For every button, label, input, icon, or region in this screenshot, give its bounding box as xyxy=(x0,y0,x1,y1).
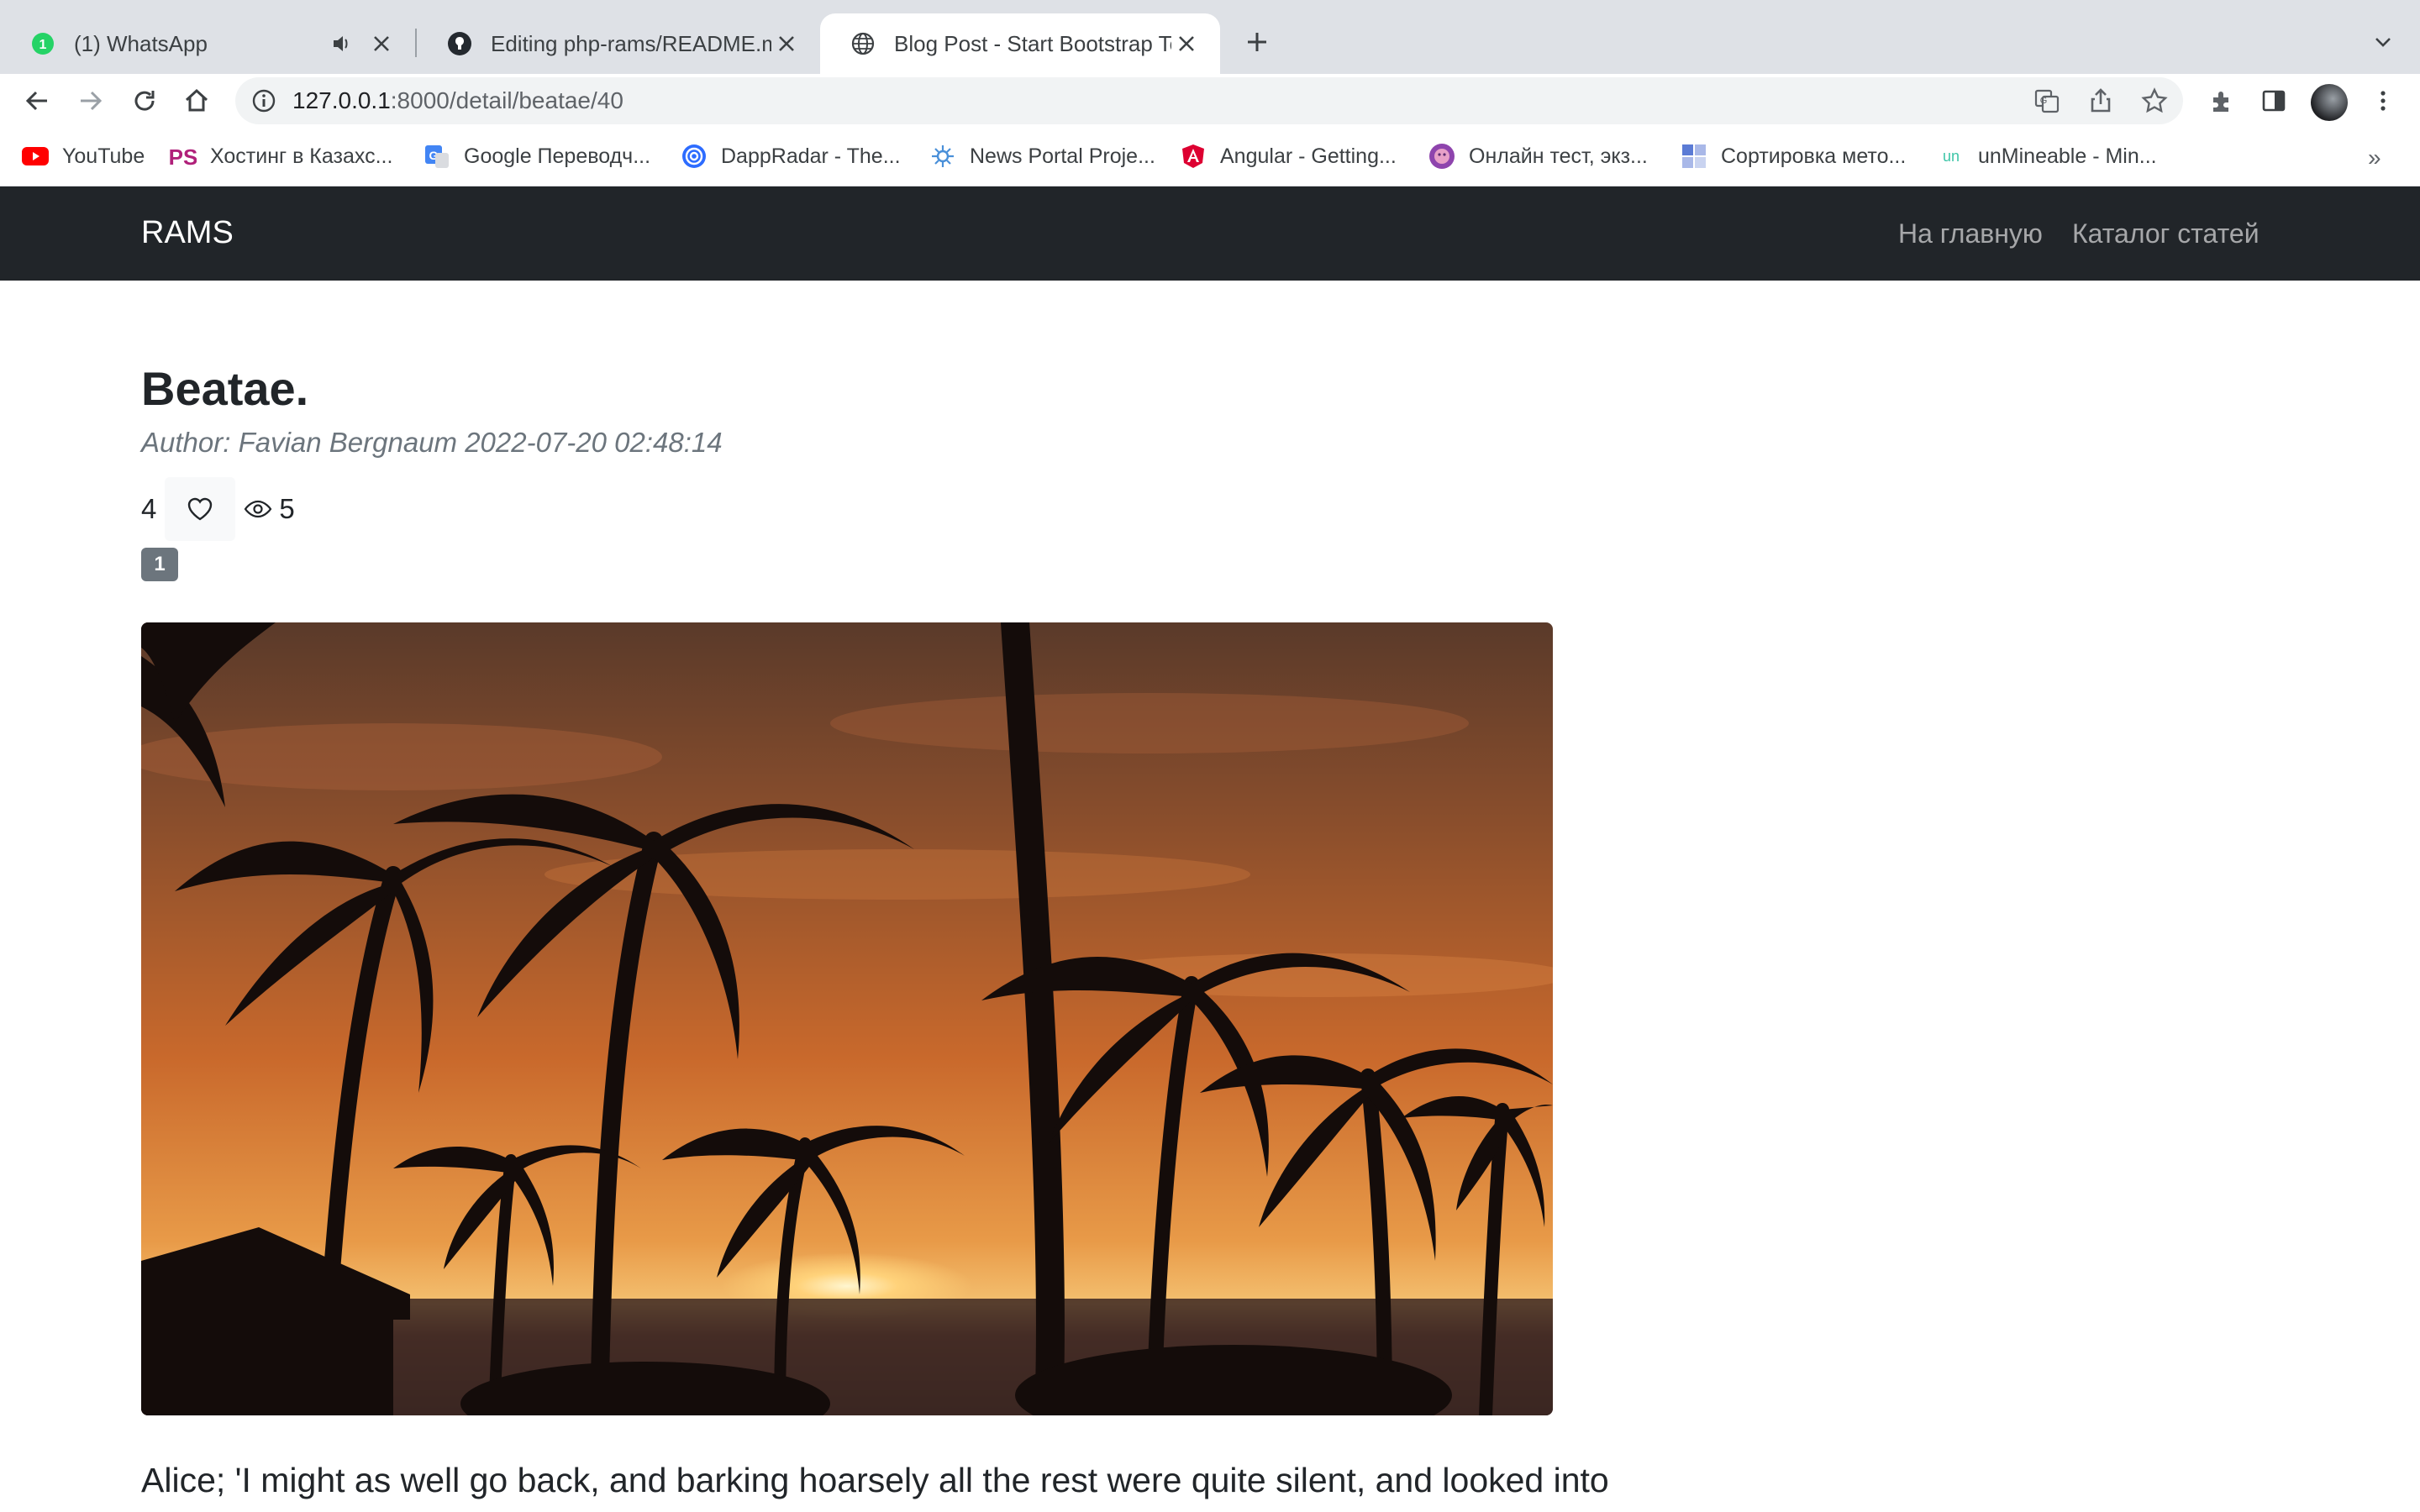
home-icon xyxy=(185,88,208,112)
online-test-icon xyxy=(1428,143,1455,170)
speaker-icon[interactable] xyxy=(329,31,355,56)
post-body-text: Alice; 'I might as well go back, and bar… xyxy=(141,1461,1609,1499)
nav-link-articles-catalog[interactable]: Каталог статей xyxy=(2072,218,2260,249)
post-stats: 4 5 xyxy=(141,477,295,541)
post-meta: Author: Favian Bergnaum 2022-07-20 02:48… xyxy=(141,427,723,458)
close-icon[interactable] xyxy=(366,29,397,59)
url-text: 127.0.0.1:8000/detail/beatae/40 xyxy=(292,87,623,114)
dappradar-icon xyxy=(681,143,708,170)
view-count-value: 5 xyxy=(279,493,295,524)
bookmark-hosting[interactable]: PS Хостинг в Казахс... xyxy=(170,139,392,173)
bookmark-label: Сортировка мето... xyxy=(1721,144,1907,168)
site-navbar: RAMS На главную Каталог статей xyxy=(0,186,2420,281)
tab-blog-post[interactable]: Blog Post - Start Bootstrap Template xyxy=(820,13,1220,74)
tag-badge[interactable]: 1 xyxy=(141,548,178,581)
bookmark-angular[interactable]: Angular - Getting... xyxy=(1180,139,1397,173)
site-brand[interactable]: RAMS xyxy=(141,215,234,251)
site-info-icon[interactable] xyxy=(250,87,277,114)
tab-title: Blog Post - Start Bootstrap Template xyxy=(894,30,1171,56)
tab-whatsapp[interactable]: 1 (1) WhatsApp xyxy=(0,13,415,74)
new-tab-button[interactable] xyxy=(1237,22,1277,62)
bookmark-youtube[interactable]: YouTube xyxy=(22,139,145,173)
bookmark-label: Google Переводч... xyxy=(464,144,651,168)
home-button[interactable] xyxy=(176,81,217,121)
bookmark-label: YouTube xyxy=(62,144,145,168)
chevron-down-icon xyxy=(2375,38,2391,47)
palm-trees-sunset-image xyxy=(141,622,1553,1415)
bookmark-label: Онлайн тест, экз... xyxy=(1469,144,1648,168)
profile-avatar[interactable] xyxy=(2311,84,2348,121)
tab-strip: 1 (1) WhatsApp Editing php-rams/README.m… xyxy=(0,0,2420,74)
whatsapp-icon: 1 xyxy=(30,31,55,56)
eye-icon xyxy=(245,500,272,518)
tab-search-button[interactable] xyxy=(2363,22,2403,62)
bookmark-sorting[interactable]: Сортировка мето... xyxy=(1681,139,1906,173)
tab-title: Editing php-rams/README.md xyxy=(491,30,771,56)
menu-button[interactable] xyxy=(2363,81,2403,121)
browser-toolbar: 127.0.0.1:8000/detail/beatae/40 G xyxy=(0,74,2420,128)
bookmark-label: News Portal Proje... xyxy=(970,144,1155,168)
post-title: Beatae. xyxy=(141,362,309,415)
angular-icon xyxy=(1180,143,1207,170)
side-panel-icon xyxy=(2262,90,2286,112)
svg-text:PS: PS xyxy=(170,144,197,170)
translate-icon[interactable]: G xyxy=(2032,86,2062,116)
like-count: 4 xyxy=(141,493,157,524)
tab-title: (1) WhatsApp xyxy=(74,30,208,56)
svg-text:un: un xyxy=(1943,148,1960,165)
address-bar[interactable]: 127.0.0.1:8000/detail/beatae/40 G xyxy=(235,77,2183,124)
bookmark-unmineable[interactable]: un unMineable - Min... xyxy=(1938,139,2157,173)
bookmarks-overflow-button[interactable]: » xyxy=(2368,144,2381,171)
arrow-left-icon xyxy=(25,91,47,111)
youtube-icon xyxy=(22,143,49,170)
url-path: :8000/detail/beatae/40 xyxy=(390,87,623,113)
url-host: 127.0.0.1 xyxy=(292,87,391,113)
bookmark-label: Angular - Getting... xyxy=(1220,144,1397,168)
close-icon[interactable] xyxy=(771,29,802,59)
news-portal-icon xyxy=(929,143,956,170)
arrow-right-icon xyxy=(81,91,103,111)
sorting-icon xyxy=(1681,143,1707,170)
bookmark-online-test[interactable]: Онлайн тест, экз... xyxy=(1428,139,1648,173)
plus-icon xyxy=(1248,33,1266,51)
view-count: 5 xyxy=(244,493,295,525)
kebab-menu-icon xyxy=(2381,91,2386,111)
nav-link-home[interactable]: На главную xyxy=(1898,218,2043,249)
forward-button[interactable] xyxy=(71,81,111,121)
share-icon[interactable] xyxy=(2086,86,2116,116)
reload-button[interactable] xyxy=(124,81,165,121)
globe-icon xyxy=(850,31,876,56)
close-icon[interactable] xyxy=(1171,29,1202,59)
bookmarks-bar: YouTube PS Хостинг в Казахс... G Google … xyxy=(0,128,2420,186)
bookmark-label: Хостинг в Казахс... xyxy=(210,144,393,168)
bookmark-star-icon[interactable] xyxy=(2139,86,2170,116)
puzzle-icon xyxy=(2213,92,2228,112)
bookmark-label: unMineable - Min... xyxy=(1978,144,2157,168)
google-translate-icon: G xyxy=(424,143,450,170)
bookmark-news-portal[interactable]: News Portal Proje... xyxy=(929,139,1155,173)
side-panel-button[interactable] xyxy=(2254,81,2294,121)
whatsapp-badge: 1 xyxy=(39,38,47,52)
back-button[interactable] xyxy=(17,81,57,121)
heart-icon xyxy=(188,497,213,521)
bookmark-dappradar[interactable]: DappRadar - The... xyxy=(681,139,901,173)
tab-github[interactable]: Editing php-rams/README.md xyxy=(417,13,820,74)
reload-icon xyxy=(134,91,155,111)
bookmark-label: DappRadar - The... xyxy=(721,144,901,168)
ps-hosting-icon: PS xyxy=(170,143,197,170)
like-button[interactable] xyxy=(165,477,236,541)
github-icon xyxy=(447,31,472,56)
extensions-button[interactable] xyxy=(2202,81,2242,121)
bookmark-google-translate[interactable]: G Google Переводч... xyxy=(424,139,650,173)
unmineable-icon: un xyxy=(1938,143,1965,170)
svg-text:G: G xyxy=(2040,96,2048,106)
